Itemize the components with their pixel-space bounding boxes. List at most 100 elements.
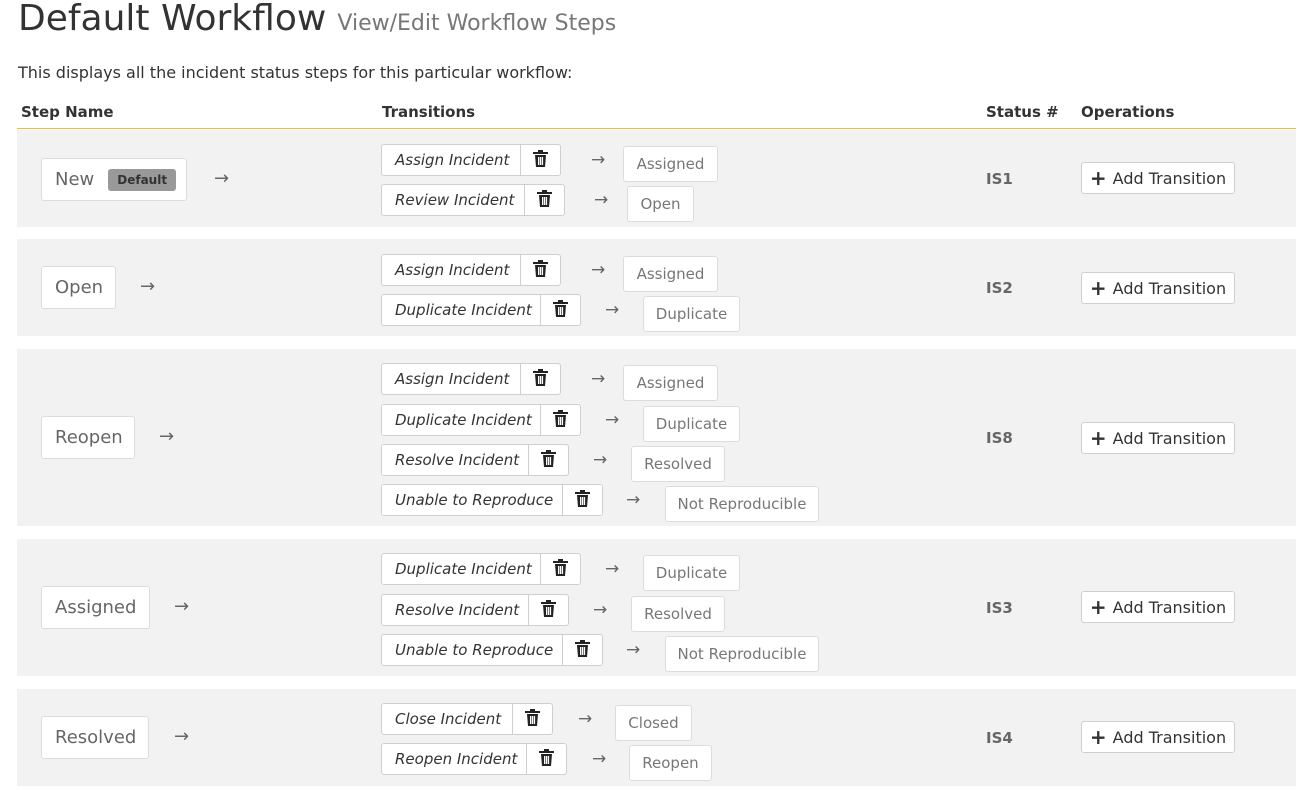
arrow-right-icon: → [174,596,190,617]
table-row: Open → Assign Incident → Assigned Duplicate I… [17,239,1296,336]
transition-target-status: Assigned [623,365,718,401]
header-status-number: Status # [986,103,1059,121]
transition-line: Reopen Incident → Reopen [381,743,941,781]
trash-icon [525,708,540,730]
arrow-right-icon: → [174,726,190,747]
table-row: New Default → Assign Incident → Assigned Revie… [17,130,1296,227]
trash-icon [537,189,552,211]
transition-name-button[interactable]: Duplicate Incident [382,405,540,435]
add-transition-button[interactable]: + Add Transition [1081,721,1235,753]
trash-icon [553,299,568,321]
delete-transition-button[interactable] [562,635,602,665]
transition-button-group: Assign Incident [381,144,561,176]
arrow-right-icon: → [591,260,606,280]
status-number: IS3 [986,599,1013,617]
transition-name-button[interactable]: Assign Incident [382,145,520,175]
add-transition-button[interactable]: + Add Transition [1081,162,1235,194]
transition-name-button[interactable]: Reopen Incident [382,744,526,774]
transition-name-button[interactable]: Unable to Reproduce [382,485,562,515]
default-badge: Default [108,168,177,191]
arrow-right-icon: → [592,749,607,769]
arrow-right-icon: → [159,426,175,447]
delete-transition-button[interactable] [524,185,564,215]
status-number: IS1 [986,170,1013,188]
delete-transition-button[interactable] [540,554,580,584]
arrow-right-icon: → [214,168,230,189]
transition-button-group: Duplicate Incident [381,553,581,585]
delete-transition-button[interactable] [540,295,580,325]
header-transitions: Transitions [382,103,476,121]
delete-transition-button[interactable] [520,255,560,285]
step-name-box: Reopen [41,416,135,459]
arrow-right-icon: → [578,709,593,729]
delete-transition-button[interactable] [520,145,560,175]
arrow-right-icon: → [626,640,641,660]
transition-name-button[interactable]: Assign Incident [382,364,520,394]
status-number: IS4 [986,729,1013,747]
delete-transition-button[interactable] [526,744,566,774]
step-name-label: Open [55,277,104,298]
plus-icon: + [1089,166,1107,190]
arrow-right-icon: → [605,559,620,579]
transition-name-button[interactable]: Duplicate Incident [382,295,540,325]
transition-line: Resolve Incident → Resolved [381,444,941,482]
transition-button-group: Duplicate Incident [381,404,581,436]
transition-target-status: Assigned [623,146,718,182]
transition-name-button[interactable]: Close Incident [382,704,512,734]
arrow-right-icon: → [626,490,641,510]
delete-transition-button[interactable] [528,595,568,625]
arrow-right-icon: → [591,369,606,389]
transition-button-group: Close Incident [381,703,553,735]
transition-button-group: Resolve Incident [381,444,569,476]
table-header: Step Name Transitions Status # Operation… [17,100,1296,129]
arrow-right-icon: → [593,450,608,470]
transition-name-button[interactable]: Unable to Reproduce [382,635,562,665]
transition-target-status: Assigned [623,256,718,292]
page-description: This displays all the incident status st… [18,63,573,82]
trash-icon [541,449,556,471]
transition-name-button[interactable]: Duplicate Incident [382,554,540,584]
step-name-box: Resolved [41,716,149,759]
transition-target-status: Duplicate [643,555,740,591]
arrow-right-icon: → [594,190,609,210]
arrow-right-icon: → [605,300,620,320]
delete-transition-button[interactable] [528,445,568,475]
transition-line: Unable to Reproduce → Not Reproducible [381,484,941,522]
arrow-right-icon: → [140,276,156,297]
trash-icon [575,489,590,511]
add-transition-button[interactable]: + Add Transition [1081,422,1235,454]
add-transition-button[interactable]: + Add Transition [1081,272,1235,304]
transition-line: Duplicate Incident → Duplicate [381,294,941,332]
plus-icon: + [1089,276,1107,300]
trash-icon [553,558,568,580]
add-transition-label: Add Transition [1112,168,1227,188]
transition-line: Assign Incident → Assigned [381,144,941,182]
transition-button-group: Unable to Reproduce [381,484,603,516]
step-name-box: New Default [41,158,187,201]
delete-transition-button[interactable] [520,364,560,394]
trash-icon [533,149,548,171]
delete-transition-button[interactable] [562,485,602,515]
trash-icon [533,368,548,390]
delete-transition-button[interactable] [512,704,552,734]
trash-icon [539,748,554,770]
transition-line: Assign Incident → Assigned [381,254,941,292]
transition-line: Assign Incident → Assigned [381,363,941,401]
transition-target-status: Reopen [629,745,712,781]
transition-name-button[interactable]: Assign Incident [382,255,520,285]
transition-name-button[interactable]: Review Incident [382,185,524,215]
step-name-label: New [55,169,95,190]
add-transition-button[interactable]: + Add Transition [1081,591,1235,623]
transition-name-button[interactable]: Resolve Incident [382,595,528,625]
delete-transition-button[interactable] [540,405,580,435]
transition-button-group: Review Incident [381,184,565,216]
transition-line: Review Incident → Open [381,184,941,222]
arrow-right-icon: → [591,150,606,170]
transition-button-group: Assign Incident [381,254,561,286]
page-header: Default Workflow View/Edit Workflow Step… [18,0,616,39]
trash-icon [575,639,590,661]
transition-line: Duplicate Incident → Duplicate [381,404,941,442]
table-row: Resolved → Close Incident → Closed Reopen Inc… [17,689,1296,786]
transition-name-button[interactable]: Resolve Incident [382,445,528,475]
plus-icon: + [1089,725,1107,749]
